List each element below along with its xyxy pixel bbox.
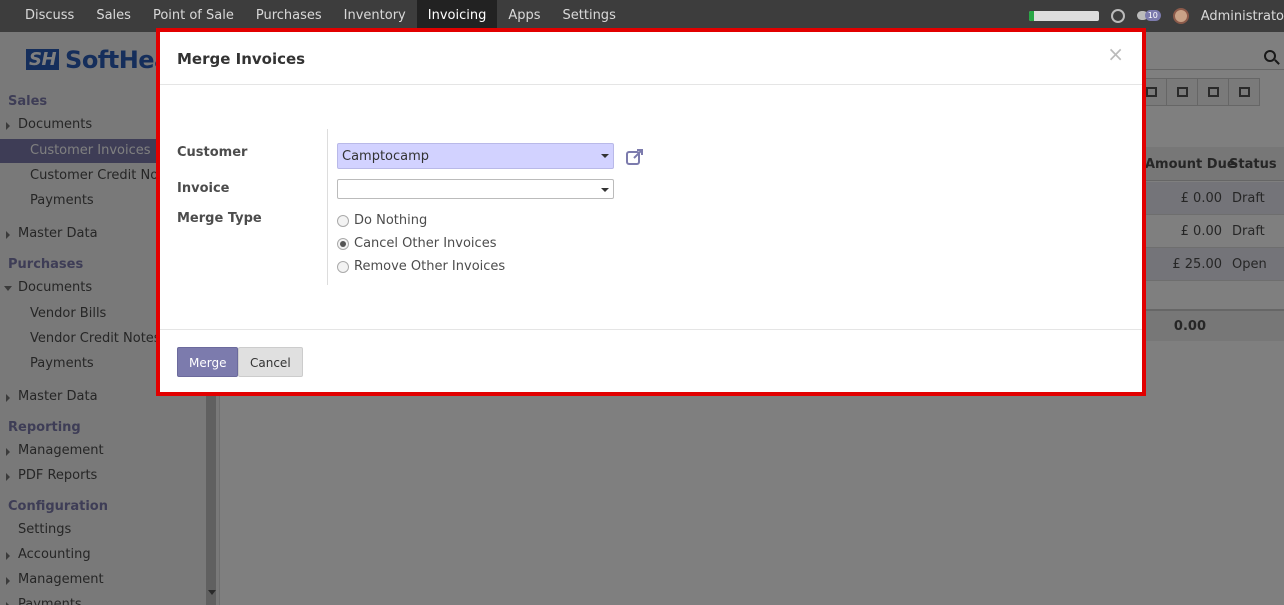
customer-select[interactable]: Camptocamp — [337, 143, 614, 169]
radio-label: Do Nothing — [354, 213, 428, 228]
user-menu[interactable]: Administrato — [1201, 9, 1284, 24]
invoice-select[interactable] — [337, 179, 614, 199]
onboarding-progress-bar[interactable] — [1028, 11, 1099, 21]
customer-label: Customer — [177, 145, 248, 160]
radio-button[interactable] — [337, 261, 349, 273]
chevron-down-icon[interactable] — [601, 188, 609, 192]
form-divider — [327, 129, 328, 285]
chat-icon[interactable]: 10 — [1136, 8, 1161, 24]
menu-sales[interactable]: Sales — [85, 0, 142, 32]
external-link-icon[interactable] — [626, 148, 644, 166]
avatar[interactable] — [1172, 8, 1189, 24]
clock-icon[interactable] — [1110, 9, 1125, 23]
radio-button[interactable] — [337, 215, 349, 227]
notification-badge: 10 — [1144, 10, 1161, 21]
merge-invoices-dialog: Merge Invoices × Customer Camptocamp Inv… — [156, 28, 1146, 396]
merge-button[interactable]: Merge — [177, 347, 239, 377]
radio-button-selected[interactable] — [337, 238, 349, 250]
radio-label: Remove Other Invoices — [354, 259, 506, 274]
merge-type-label: Merge Type — [177, 211, 262, 226]
radio-label: Cancel Other Invoices — [354, 236, 497, 251]
dialog-footer: Merge Cancel — [160, 329, 1142, 392]
customer-value: Camptocamp — [342, 149, 430, 164]
cancel-button[interactable]: Cancel — [238, 347, 303, 377]
chevron-down-icon[interactable] — [601, 154, 609, 158]
close-icon[interactable]: × — [1107, 44, 1124, 64]
dialog-title: Merge Invoices — [177, 50, 306, 68]
dialog-header: Merge Invoices × — [160, 32, 1142, 85]
invoice-label: Invoice — [177, 181, 230, 196]
menu-discuss[interactable]: Discuss — [14, 0, 85, 32]
